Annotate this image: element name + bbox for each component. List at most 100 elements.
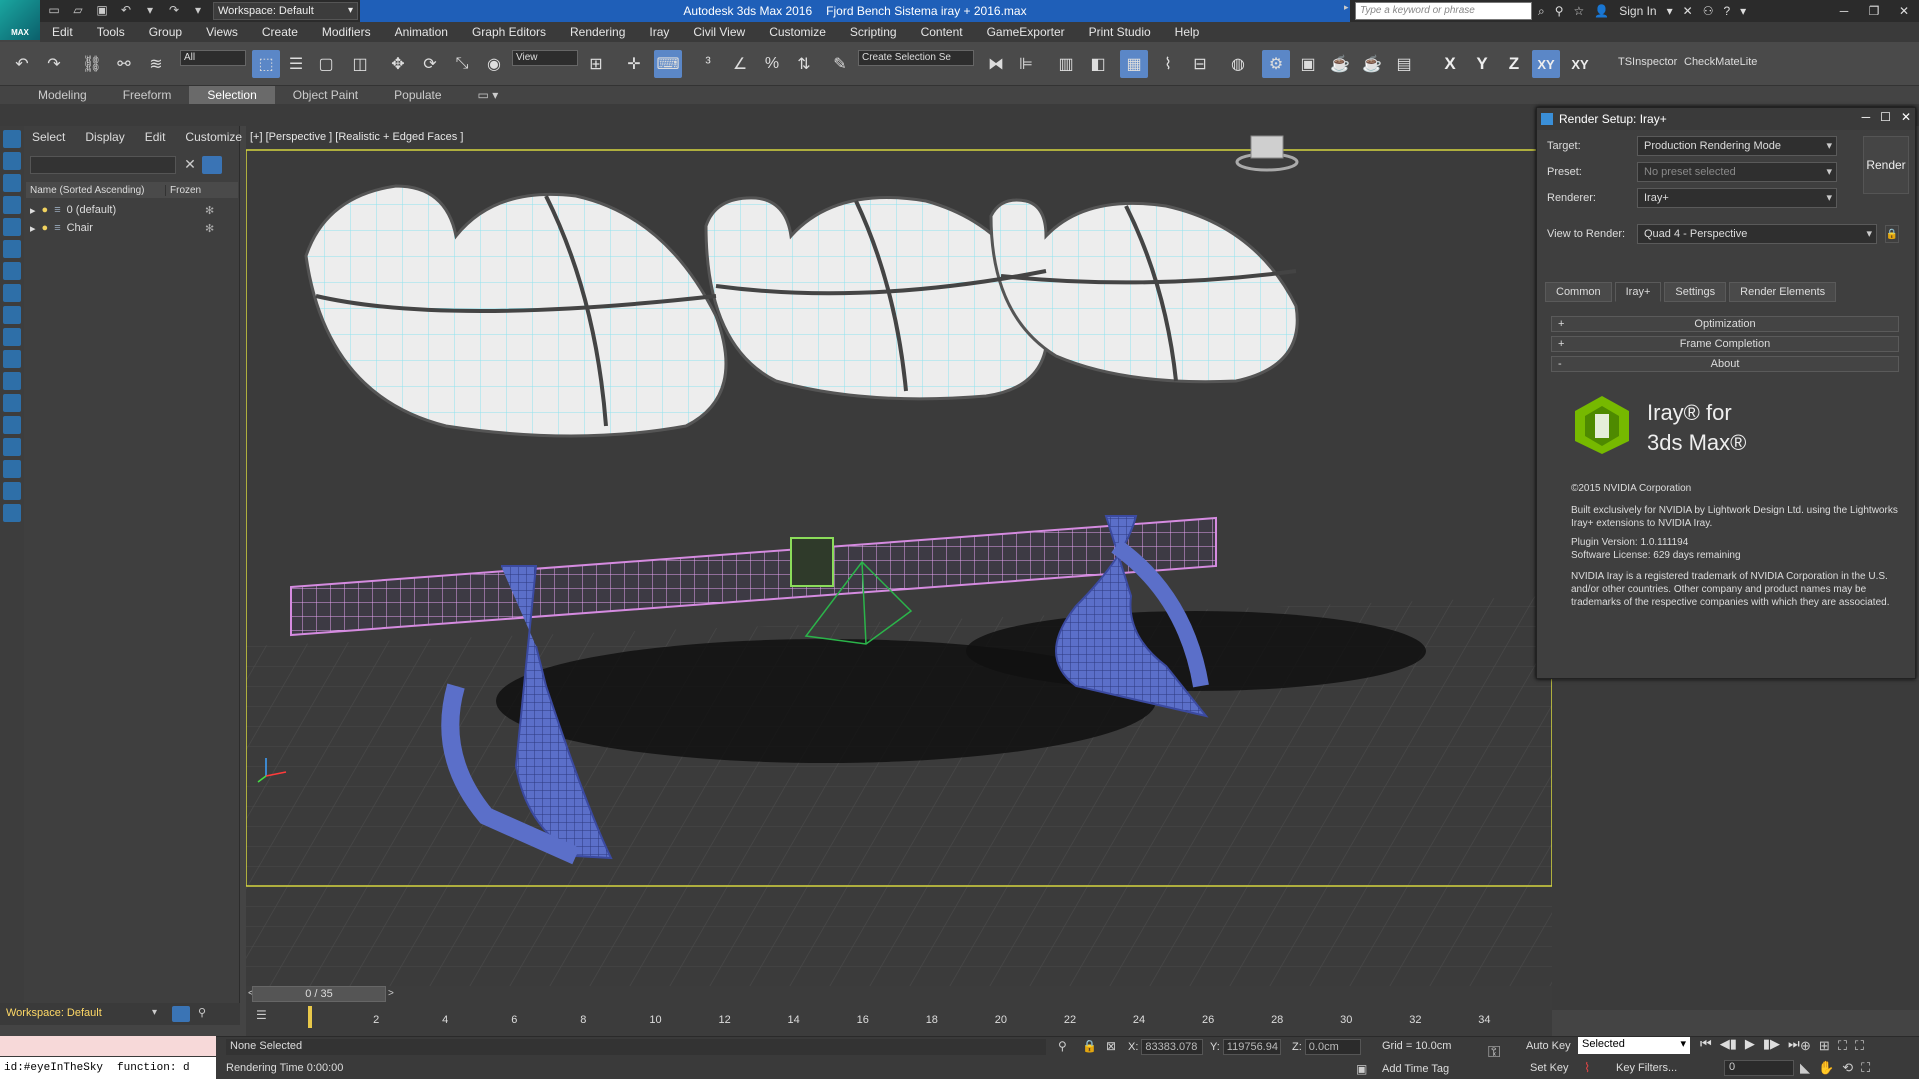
center-bracket[interactable] <box>790 537 834 587</box>
rollout-optimization[interactable]: + Optimization <box>1551 316 1899 332</box>
x-field[interactable]: 83383.078 <box>1141 1039 1204 1055</box>
rendered-frame-window-icon[interactable]: ▣ <box>1294 50 1322 78</box>
key-icon[interactable]: ⚿ <box>1488 1044 1500 1062</box>
time-slider-track[interactable] <box>246 986 1552 1004</box>
lock-icon[interactable]: 🔒 <box>1885 225 1899 243</box>
zoom-icon[interactable]: ⊕ <box>1800 1038 1811 1054</box>
next-frame-icon[interactable]: ▮▶ <box>1763 1036 1780 1052</box>
menu-tools[interactable]: Tools <box>85 25 137 39</box>
menu-gameexporter[interactable]: GameExporter <box>975 25 1077 39</box>
axis-xy-button[interactable]: XY <box>1532 50 1560 78</box>
menu-graph-editors[interactable]: Graph Editors <box>460 25 558 39</box>
checkmate-button[interactable]: CheckMateLite <box>1684 56 1757 68</box>
menu-animation[interactable]: Animation <box>383 25 460 39</box>
pivot-center-icon[interactable]: ⊞ <box>582 50 610 78</box>
layer-explorer-icon[interactable] <box>172 1006 190 1022</box>
explorer-menu-display[interactable]: Display <box>85 130 124 144</box>
clear-search-icon[interactable]: ✕ <box>182 156 198 174</box>
menu-create[interactable]: Create <box>250 25 310 39</box>
maximize-icon[interactable]: ☐ <box>1880 110 1891 124</box>
tab-common[interactable]: Common <box>1545 282 1612 302</box>
preset-dropdown[interactable]: No preset selected <box>1637 162 1837 182</box>
align-icon[interactable]: ⊫ <box>1012 50 1040 78</box>
rotate-icon[interactable]: ⟳ <box>416 50 444 78</box>
spinner-snap-icon[interactable]: ⇅ <box>790 50 818 78</box>
time-next-arrow-icon[interactable]: > <box>388 988 394 999</box>
bind-space-warp-icon[interactable]: ≋ <box>142 50 170 78</box>
render-setup-icon[interactable]: ⚙ <box>1262 50 1290 78</box>
go-to-start-icon[interactable]: ⏮ <box>1700 1036 1712 1052</box>
explorer-search-input[interactable] <box>30 156 176 174</box>
redo-icon[interactable]: ↷ <box>40 50 68 78</box>
viewport-label[interactable]: [+] [Perspective ] [Realistic + Edged Fa… <box>250 131 463 143</box>
renderer-dropdown[interactable]: Iray+ <box>1637 188 1837 208</box>
app-logo-button[interactable]: MAX <box>0 0 40 40</box>
menu-content[interactable]: Content <box>909 25 975 39</box>
tab-object-paint[interactable]: Object Paint <box>275 86 376 104</box>
menu-help[interactable]: Help <box>1163 25 1212 39</box>
y-field[interactable]: 119756.94 <box>1222 1039 1281 1055</box>
mini-curve-editor-icon[interactable]: ☰ <box>256 1008 274 1024</box>
tab-populate[interactable]: Populate <box>376 86 459 104</box>
reference-coordinate-dropdown[interactable]: View <box>512 50 578 66</box>
snaps-toggle-icon[interactable]: ³ <box>694 50 722 78</box>
material-editor-icon[interactable]: ◍ <box>1224 50 1252 78</box>
render-activeshade-icon[interactable]: ▤ <box>1390 50 1418 78</box>
favorites-star-icon[interactable]: ☆ <box>1574 4 1585 18</box>
tab-render-elements[interactable]: Render Elements <box>1729 282 1837 302</box>
display-spacewarps-icon[interactable] <box>3 262 21 280</box>
view-to-render-dropdown[interactable]: Quad 4 - Perspective <box>1637 224 1877 244</box>
ribbon-options-icon[interactable]: ▭ ▾ <box>460 86 517 104</box>
sort-icon[interactable] <box>3 504 21 522</box>
maxscript-listener-input[interactable] <box>0 1036 216 1056</box>
column-name[interactable]: Name (Sorted Ascending) <box>26 184 166 196</box>
field-of-view-icon[interactable]: ◣ <box>1800 1060 1810 1076</box>
axis-xy-cycle-button[interactable]: XY <box>1566 50 1594 78</box>
minimize-icon[interactable]: ─ <box>1829 0 1859 22</box>
key-set-dropdown[interactable]: Selected <box>1578 1037 1690 1054</box>
close-icon[interactable]: ✕ <box>1889 0 1919 22</box>
play-icon[interactable]: ▶ <box>1745 1036 1755 1052</box>
set-key-curve-icon[interactable]: ⌇ <box>1584 1060 1590 1076</box>
explorer-filter-icon[interactable] <box>202 156 222 174</box>
rollout-frame-completion[interactable]: + Frame Completion <box>1551 336 1899 352</box>
angle-snap-icon[interactable]: ∠ <box>726 50 754 78</box>
connect-icon[interactable]: ⚇ <box>1703 4 1714 18</box>
select-manipulate-icon[interactable]: ✛ <box>620 50 648 78</box>
render-button[interactable]: Render <box>1863 136 1909 194</box>
render-setup-titlebar[interactable]: Render Setup: Iray+ ─ ☐ ✕ <box>1537 108 1915 130</box>
close-icon[interactable]: ✕ <box>1901 110 1911 124</box>
display-bones-icon[interactable] <box>3 328 21 346</box>
time-marker[interactable] <box>308 1006 312 1028</box>
save-icon[interactable]: ▣ <box>94 2 110 18</box>
axis-x-button[interactable]: X <box>1436 50 1464 78</box>
isolate-selection-icon[interactable]: ⚲ <box>1058 1039 1067 1053</box>
auto-key-button[interactable]: Auto Key <box>1526 1040 1571 1052</box>
menu-print-studio[interactable]: Print Studio <box>1077 25 1163 39</box>
menu-group[interactable]: Group <box>137 25 194 39</box>
rollout-about[interactable]: - About <box>1551 356 1899 372</box>
render-production-icon[interactable]: ☕ <box>1326 50 1354 78</box>
expand-arrow-icon[interactable]: ▸ <box>30 204 36 217</box>
mirror-icon[interactable]: ⧓ <box>982 50 1010 78</box>
expand-arrow-icon[interactable]: ▸ <box>30 222 36 235</box>
add-time-tag-button[interactable]: Add Time Tag <box>1382 1063 1449 1075</box>
freeze-snowflake-icon[interactable]: ✻ <box>205 222 214 235</box>
display-helpers-icon[interactable] <box>3 240 21 258</box>
exchange-icon[interactable]: ✕ <box>1683 4 1693 18</box>
explorer-workspace-label[interactable]: Workspace: Default <box>6 1007 102 1019</box>
search-input[interactable]: Type a keyword or phrase <box>1355 2 1532 20</box>
menu-edit[interactable]: Edit <box>40 25 85 39</box>
workspace-dropdown[interactable]: Workspace: Default <box>213 2 358 20</box>
curve-editor-icon[interactable]: ⌇ <box>1154 50 1182 78</box>
tree-row[interactable]: ▸ ● ≡ 0 (default) ✻ <box>30 202 238 218</box>
time-tag-icon[interactable]: ▣ <box>1356 1062 1367 1076</box>
menu-iray[interactable]: Iray <box>637 25 681 39</box>
hierarchy-icon[interactable]: ⚲ <box>198 1006 206 1019</box>
undo-dropdown-icon[interactable]: ▾ <box>142 2 158 18</box>
help-dropdown-icon[interactable]: ▾ <box>1740 4 1746 18</box>
undo-icon[interactable]: ↶ <box>118 2 134 18</box>
menu-rendering[interactable]: Rendering <box>558 25 637 39</box>
user-icon[interactable]: 👤 <box>1594 4 1609 18</box>
edit-named-selection-icon[interactable]: ✎ <box>826 50 854 78</box>
